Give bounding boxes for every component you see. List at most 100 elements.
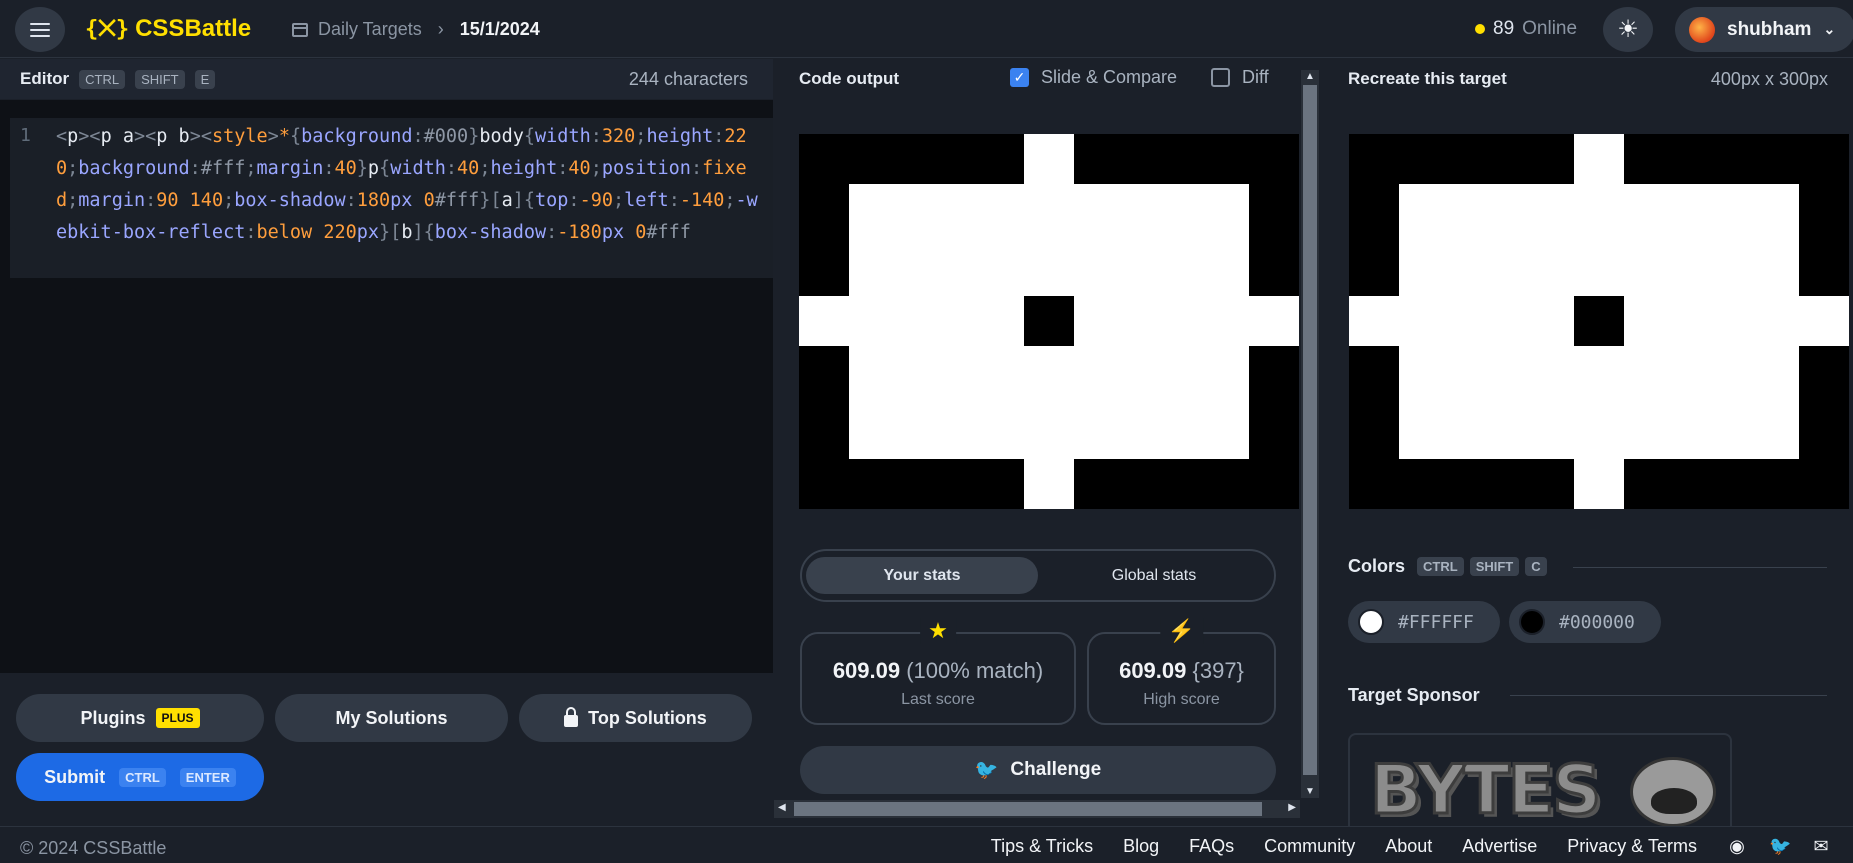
mail-icon[interactable]: ✉ [1811, 836, 1831, 857]
code-token: : [145, 190, 157, 211]
plugins-button[interactable]: Plugins PLUS [16, 694, 264, 742]
footer-link-about[interactable]: About [1385, 836, 1432, 857]
breadcrumb: Daily Targets › 15/1/2024 [292, 19, 540, 40]
code-token: ; [479, 158, 491, 179]
character-count: 244 characters [628, 69, 748, 89]
code-token: body [479, 126, 524, 147]
logo-icon: {⨉} [85, 16, 130, 42]
code-token: 0 [412, 190, 435, 211]
scrollbar-thumb[interactable] [1303, 85, 1317, 775]
online-count: 89 [1493, 18, 1515, 39]
twitter-icon[interactable]: 🐦 [1769, 836, 1791, 857]
scroll-up-icon[interactable]: ▲ [1305, 71, 1315, 82]
code-token: 90 140 [156, 190, 224, 211]
editor-title: Editor [20, 69, 70, 88]
code-output-preview[interactable] [799, 134, 1299, 509]
discord-icon[interactable]: ◉ [1727, 836, 1747, 857]
diff-checkbox[interactable] [1211, 68, 1230, 87]
sponsor-banner[interactable]: BYTES [1348, 733, 1732, 828]
code-text[interactable]: <p><p a><p b><style>*{background:#000}bo… [56, 121, 766, 249]
color-hex: #000000 [1559, 611, 1635, 633]
code-token: { [523, 126, 536, 147]
output-horizontal-scrollbar[interactable]: ◀ ▶ [774, 800, 1300, 818]
code-token: box-shadow [434, 222, 547, 243]
footer-link-privacy[interactable]: Privacy & Terms [1567, 836, 1697, 857]
line-number: 1 [20, 125, 31, 146]
output-vertical-scrollbar[interactable]: ▲ ▼ [1301, 70, 1319, 798]
high-score-label: High score [1143, 691, 1220, 708]
code-token: ; [590, 158, 602, 179]
code-token: width [535, 126, 591, 147]
user-menu-button[interactable]: shubham ⌄ [1675, 7, 1853, 52]
code-token: : [713, 126, 725, 147]
my-solutions-button[interactable]: My Solutions [275, 694, 508, 742]
scrollbar-thumb[interactable] [794, 802, 1262, 816]
code-token: >< [78, 126, 101, 147]
my-solutions-label: My Solutions [335, 707, 448, 728]
footer: © 2024 CSSBattle Tips & Tricks Blog FAQs… [0, 826, 1853, 863]
footer-link-advertise[interactable]: Advertise [1462, 836, 1537, 857]
code-token: px [390, 190, 413, 211]
code-token: : [690, 158, 703, 179]
editor-header: Editor CTRL SHIFT E 244 characters [0, 59, 773, 99]
footer-link-community[interactable]: Community [1264, 836, 1355, 857]
theme-toggle-button[interactable]: ☀ [1603, 7, 1653, 52]
shortcut-key: CTRL [79, 69, 126, 89]
scroll-left-icon[interactable]: ◀ [778, 802, 786, 813]
code-token: -140 [679, 190, 725, 211]
colors-title: Colors [1348, 556, 1406, 576]
target-header: Recreate this target 400px x 300px [1320, 59, 1853, 99]
slide-compare-toggle[interactable]: ✓ Slide & Compare [1010, 67, 1177, 88]
divider [1510, 695, 1827, 696]
code-token: ; [635, 126, 647, 147]
lock-icon [564, 707, 579, 727]
code-token: #000 [423, 126, 469, 147]
copyright: © 2024 CSSBattle [20, 838, 167, 858]
last-score-label: Last score [901, 691, 975, 708]
tab-your-stats[interactable]: Your stats [806, 557, 1038, 594]
diff-label: Diff [1242, 67, 1269, 87]
code-token: : [557, 158, 569, 179]
color-dot-icon [1358, 609, 1384, 635]
breadcrumb-daily-targets[interactable]: Daily Targets [318, 19, 422, 40]
footer-link-tips[interactable]: Tips & Tricks [991, 836, 1093, 857]
username: shubham [1727, 18, 1812, 40]
slide-compare-checkbox[interactable]: ✓ [1010, 68, 1029, 87]
logo[interactable]: {⨉} CSSBattle [85, 15, 251, 43]
color-swatch-white[interactable]: #FFFFFF [1348, 601, 1500, 643]
code-token: #fff [646, 222, 691, 243]
diff-toggle[interactable]: Diff [1211, 67, 1269, 88]
code-token: ; [612, 190, 625, 211]
footer-link-blog[interactable]: Blog [1123, 836, 1159, 857]
sponsor-heading: Target Sponsor [1348, 685, 1480, 705]
submit-button[interactable]: Submit CTRL ENTER [16, 753, 264, 801]
last-score-value: 609.09 [832, 658, 901, 683]
sponsor-mascot-icon [1630, 757, 1716, 827]
color-swatch-black[interactable]: #000000 [1509, 601, 1661, 643]
challenge-button[interactable]: 🐦 Challenge [800, 746, 1276, 794]
code-token: -180 [557, 222, 602, 243]
chevron-right-icon: › [437, 19, 444, 39]
code-token: 40 [457, 158, 480, 179]
scroll-right-icon[interactable]: ▶ [1288, 802, 1296, 813]
code-token: p [367, 158, 380, 179]
tab-global-stats[interactable]: Global stats [1038, 557, 1270, 594]
code-token: width [390, 158, 446, 179]
plugins-label: Plugins [80, 707, 146, 728]
code-token: px [601, 222, 625, 243]
code-token: margin [78, 190, 146, 211]
code-token: b [401, 222, 413, 243]
code-token: background [78, 158, 190, 179]
top-solutions-button[interactable]: Top Solutions [519, 694, 752, 742]
code-token: ; [724, 190, 736, 211]
plus-badge: PLUS [155, 708, 200, 728]
hamburger-menu-button[interactable] [15, 7, 65, 52]
code-token: ; [67, 190, 79, 211]
code-token: box-shadow [234, 190, 346, 211]
scroll-down-icon[interactable]: ▼ [1305, 786, 1315, 797]
footer-link-faqs[interactable]: FAQs [1189, 836, 1234, 857]
code-token: 180 [356, 190, 391, 211]
code-token: : [445, 158, 458, 179]
code-token: : [590, 126, 602, 147]
code-token: : [668, 190, 680, 211]
